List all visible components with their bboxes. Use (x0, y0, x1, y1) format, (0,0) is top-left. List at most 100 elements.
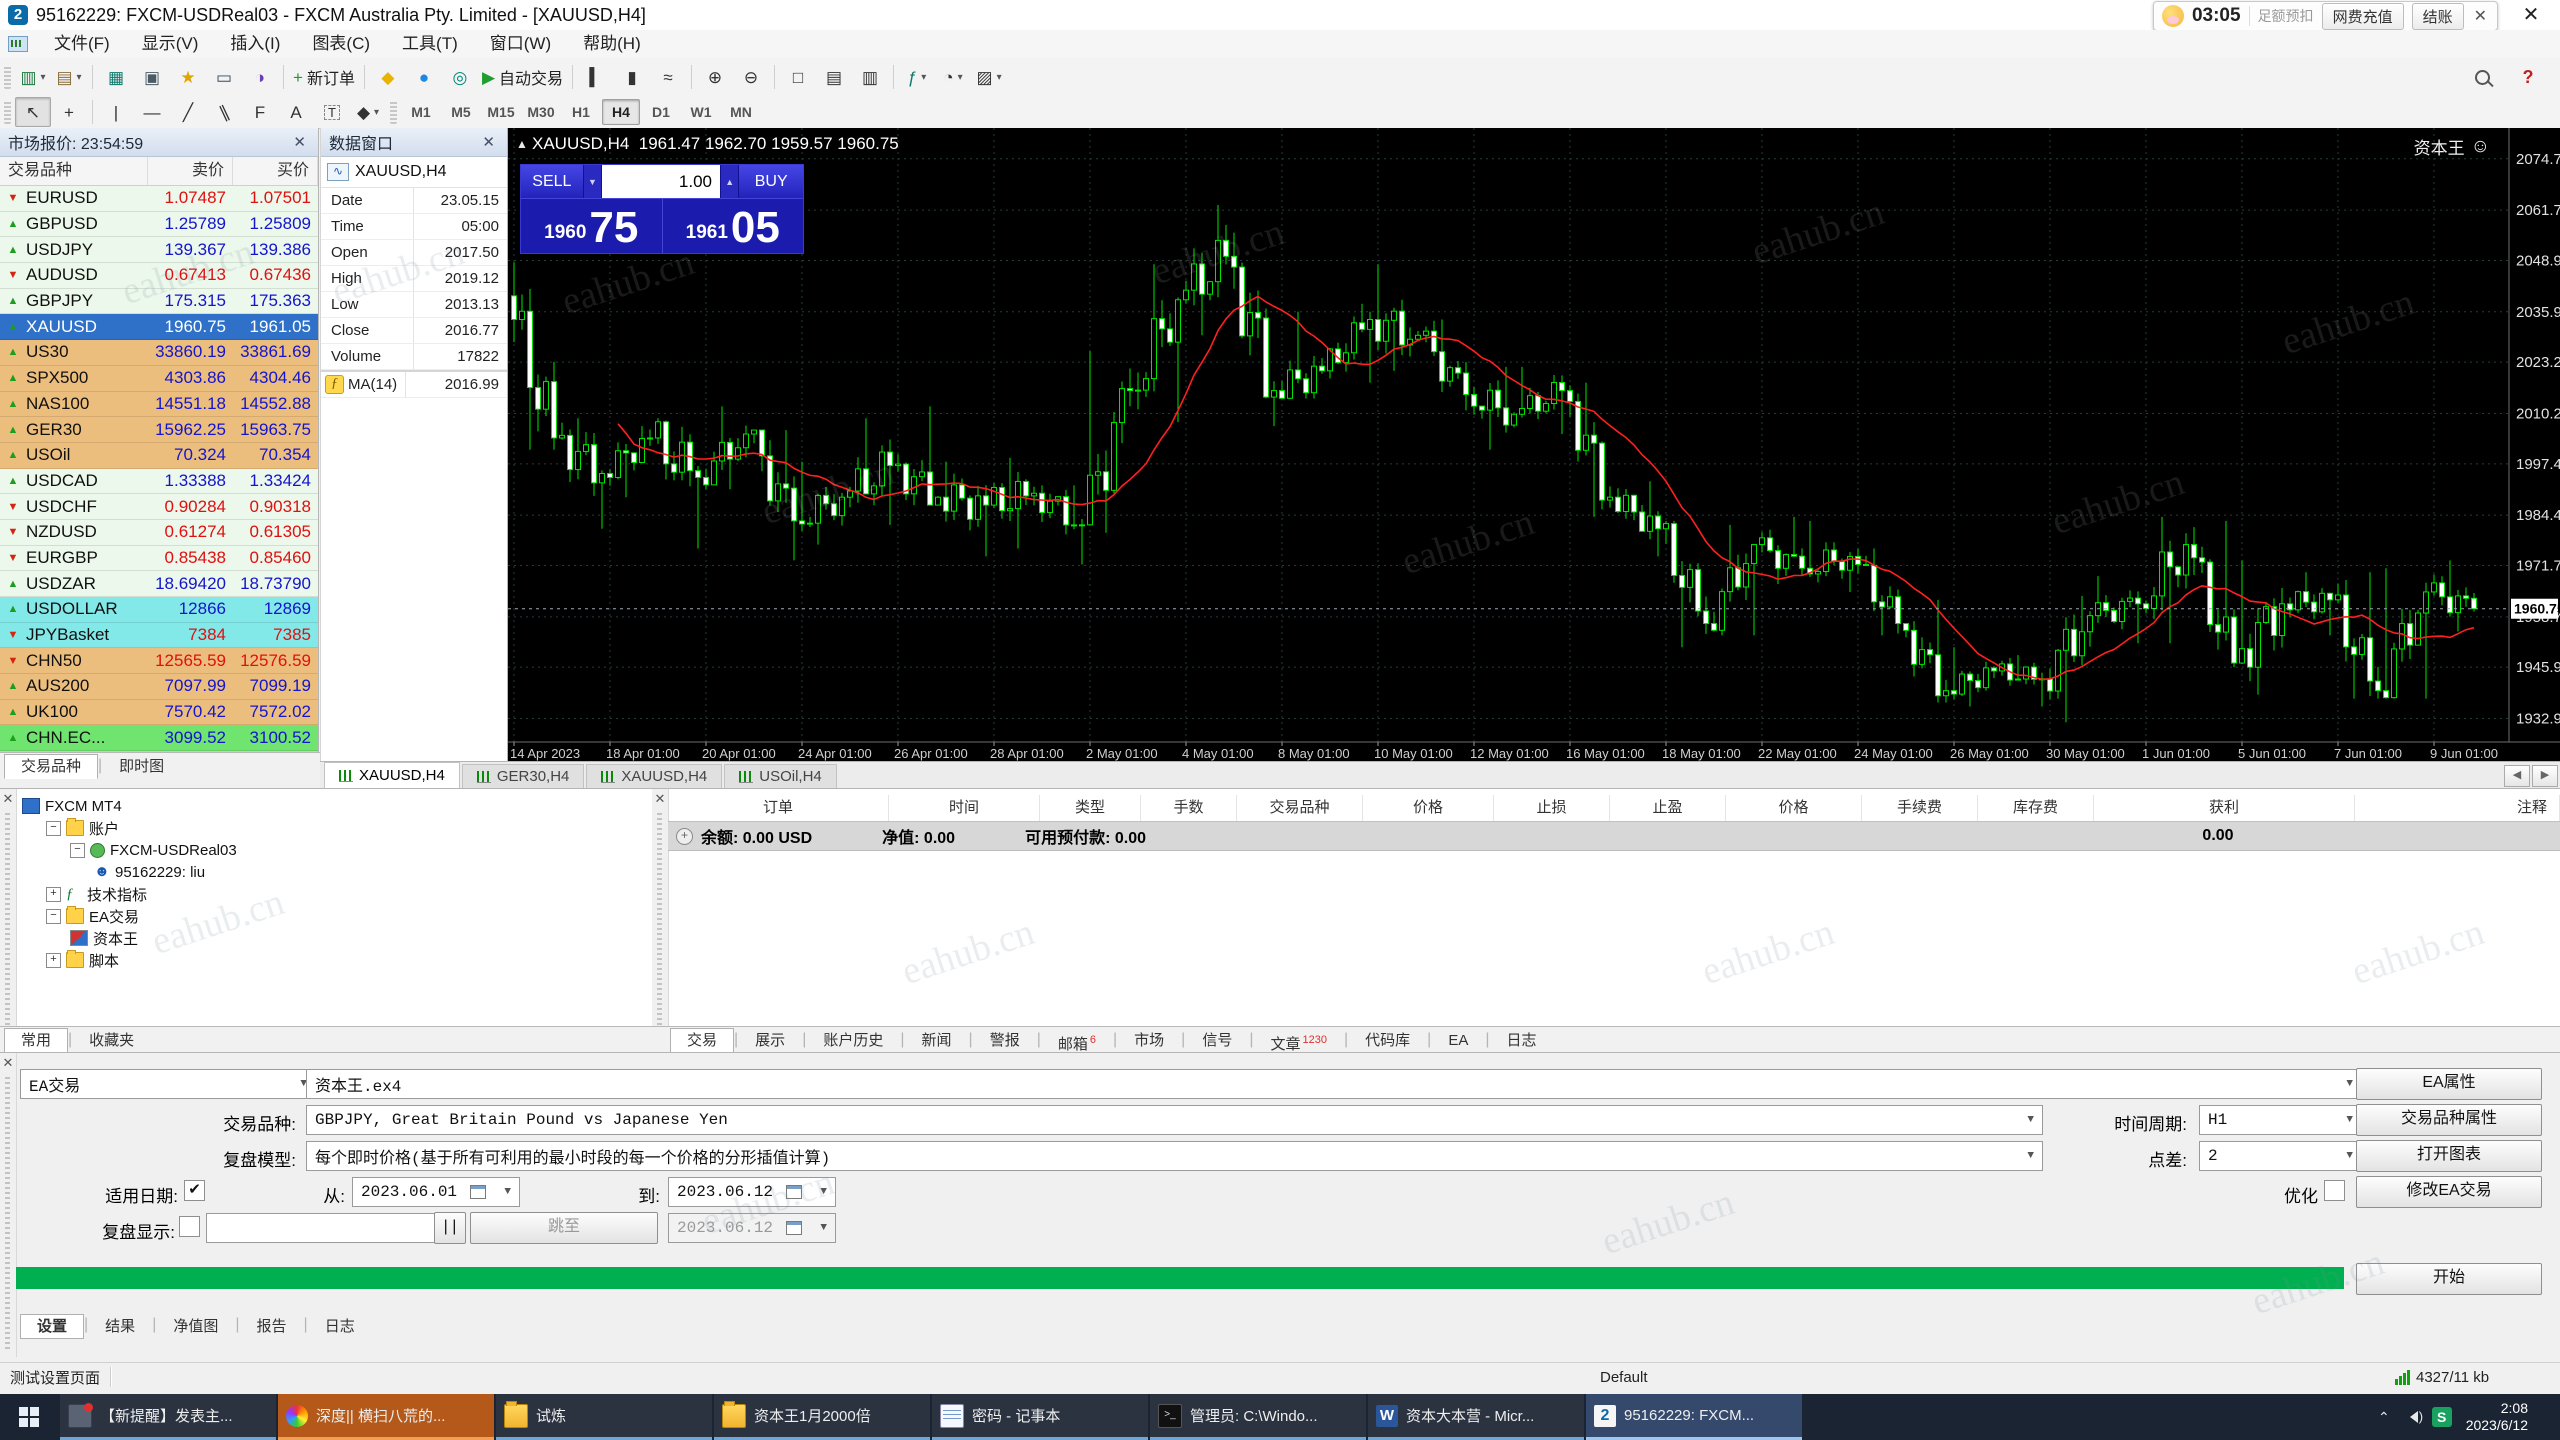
crosshair-tool[interactable]: + (51, 97, 87, 127)
navigator-ea-zibenwang[interactable]: 资本王 (16, 927, 652, 949)
shapes-tool[interactable]: ◆ ▾ (350, 97, 386, 127)
chart-tab-0[interactable]: XAUUSD,H4 (324, 762, 460, 789)
tester-drag-handle[interactable]: ✕ (0, 1053, 17, 1357)
market-watch-row[interactable]: ▼ AUDUSD 0.67413 0.67436 (0, 263, 318, 289)
terminal-column-0[interactable]: 订单 (668, 795, 889, 821)
chart-window[interactable]: ▲ XAUUSD,H4 1961.47 1962.70 1959.57 1960… (508, 128, 2560, 761)
templates-button[interactable]: ▨ ▾ (971, 62, 1007, 92)
billing-close-icon[interactable]: ✕ (2472, 6, 2489, 26)
market-watch-row[interactable]: ▲ CHN.EC... 3099.52 3100.52 (0, 725, 318, 752)
terminal-button[interactable]: ▭ (206, 62, 242, 92)
terminal-tab-新闻[interactable]: 新闻 (905, 1028, 969, 1053)
market-watch-row[interactable]: ▲ USDOLLAR 12866 12869 (0, 597, 318, 623)
pause-button[interactable]: | | (434, 1212, 466, 1244)
market-watch-tab-0[interactable]: 交易品种 (4, 754, 99, 779)
market-watch-row[interactable]: ▲ SPX500 4303.86 4304.46 (0, 365, 318, 392)
tester-period-select[interactable]: H1 ▼ (2199, 1105, 2362, 1135)
sell-price[interactable]: 1960 75 (521, 199, 663, 253)
tester-tab-2[interactable]: 净值图 (156, 1314, 235, 1339)
navigator-tab-0[interactable]: 常用 (4, 1028, 69, 1053)
indicators-button[interactable]: ƒ ▾ (899, 62, 935, 92)
volume-icon[interactable] (2404, 1409, 2423, 1424)
bar-chart-button[interactable]: ▍ (578, 62, 614, 92)
data-window-close-icon[interactable]: ✕ (478, 133, 499, 151)
menu-item-h[interactable]: 帮助(H) (567, 30, 657, 58)
timeframe-h4[interactable]: H4 (602, 99, 640, 125)
market-watch-button[interactable]: ▦ (98, 62, 134, 92)
profiles-button[interactable]: ▤ ▾ (51, 62, 87, 92)
price-chart-canvas[interactable]: 2074.70 2061.70 2048.95 2035.95 2023.20 2010.… (508, 128, 2560, 761)
timeframe-w1[interactable]: W1 (682, 99, 720, 125)
tab-scroll-right-button[interactable]: ▶ (2532, 765, 2558, 787)
market-watch-row[interactable]: ▲ XAUUSD 1960.75 1961.05 (0, 314, 318, 341)
tester-tab-1[interactable]: 结果 (88, 1314, 152, 1339)
trendline-tool[interactable]: ╱ (170, 97, 206, 127)
volume-input[interactable]: 1.00 (602, 165, 721, 198)
terminal-tab-市场[interactable]: 市场 (1117, 1028, 1181, 1053)
cascade-windows-button[interactable]: □ (780, 62, 816, 92)
terminal-tab-信号[interactable]: 信号 (1185, 1028, 1249, 1053)
navigator-indicators[interactable]: + ƒ 技术指标 (16, 883, 652, 905)
toolbar-drag-handle[interactable] (390, 100, 397, 124)
new-chart-button[interactable]: ▥ ▾ (15, 62, 51, 92)
chart-collapse-icon[interactable]: ▲ (516, 137, 528, 151)
tester-tab-0[interactable]: 设置 (20, 1314, 85, 1339)
timeframe-m5[interactable]: M5 (442, 99, 480, 125)
volume-increase-button[interactable]: ▲ (721, 165, 740, 198)
tester-tab-4[interactable]: 日志 (308, 1314, 372, 1339)
terminal-column-1[interactable]: 时间 (889, 795, 1040, 821)
line-chart-button[interactable]: ≈ (650, 62, 686, 92)
navigator-server[interactable]: − FXCM-USDReal03 (16, 839, 652, 861)
timeframe-mn[interactable]: MN (722, 99, 760, 125)
menu-item-i[interactable]: 插入(I) (214, 30, 296, 58)
terminal-drag-handle[interactable]: ✕ (652, 789, 669, 1053)
toolbar-drag-handle[interactable] (4, 65, 11, 89)
tester-ea-file-select[interactable]: 资本王.ex4 ▼ (306, 1069, 2362, 1099)
zoom-out-button[interactable]: ⊖ (733, 62, 769, 92)
terminal-column-5[interactable]: 价格 (1363, 795, 1494, 821)
community-button[interactable]: ◎ (442, 62, 478, 92)
market-watch-row[interactable]: ▲ USDZAR 18.69420 18.73790 (0, 571, 318, 597)
horizontal-line-tool[interactable]: — (134, 97, 170, 127)
terminal-tab-文章[interactable]: 文章 1230 (1254, 1028, 1345, 1053)
timeframe-m1[interactable]: M1 (402, 99, 440, 125)
start-button[interactable] (0, 1394, 58, 1440)
taskbar-item-cmd[interactable]: >_ 管理员: C:\Windo... (1150, 1394, 1366, 1440)
hidden-icons-chevron-icon[interactable]: ⌃ (2378, 1409, 2390, 1426)
menu-item-v[interactable]: 显示(V) (126, 30, 215, 58)
chart-tab-2[interactable]: XAUUSD,H4 (586, 764, 723, 789)
strategy-tester-button[interactable]: ◑ (242, 62, 278, 92)
taskbar-item-folder-capital[interactable]: 资本王1月2000倍 (714, 1394, 930, 1440)
terminal-tab-代码库[interactable]: 代码库 (1348, 1028, 1427, 1053)
tester-type-select[interactable]: EA交易 ▼ (20, 1069, 316, 1099)
optimize-checkbox[interactable] (2324, 1180, 2345, 1201)
visual-mode-checkbox[interactable] (179, 1216, 200, 1237)
navigator-tab-1[interactable]: 收藏夹 (72, 1028, 151, 1053)
taskbar-clock[interactable]: 2:08 2023/6/12 (2466, 1400, 2528, 1434)
visual-speed-slider[interactable] (206, 1213, 445, 1243)
modify-ea-button[interactable]: 修改EA交易 (2356, 1176, 2542, 1208)
market-watch-row[interactable]: ▼ EURUSD 1.07487 1.07501 (0, 186, 318, 212)
timeframe-d1[interactable]: D1 (642, 99, 680, 125)
taskbar-item-forum[interactable]: 【新提醒】发表主... (60, 1394, 276, 1440)
menu-item-c[interactable]: 图表(C) (296, 30, 386, 58)
market-watch-row[interactable]: ▲ GER30 15962.25 15963.75 (0, 417, 318, 443)
market-watch-row[interactable]: ▲ NAS100 14551.18 14552.88 (0, 391, 318, 418)
terminal-column-7[interactable]: 止盈 (1610, 795, 1726, 821)
market-watch-row[interactable]: ▲ GBPUSD 1.25789 1.25809 (0, 211, 318, 238)
market-watch-row[interactable]: ▲ GBPJPY 175.315 175.363 (0, 288, 318, 315)
terminal-tab-展示[interactable]: 展示 (738, 1028, 802, 1053)
open-chart-button[interactable]: 打开图表 (2356, 1140, 2542, 1172)
new-order-button[interactable]: + 新订单 (289, 62, 359, 92)
cursor-tool[interactable]: ↖ (15, 97, 51, 127)
help-button[interactable]: ? (2510, 62, 2546, 92)
volume-decrease-button[interactable]: ▼ (583, 165, 603, 198)
navigator-scripts[interactable]: + 脚本 (16, 949, 652, 971)
expand-box-icon[interactable]: + (46, 952, 61, 968)
toolbar-drag-handle[interactable] (4, 100, 11, 124)
market-watch-row[interactable]: ▼ CHN50 12565.59 12576.59 (0, 648, 318, 675)
buy-price[interactable]: 1961 05 (663, 199, 804, 253)
taskbar-item-browser[interactable]: 深度|| 横扫八荒的... (278, 1394, 494, 1440)
zoom-in-button[interactable]: ⊕ (697, 62, 733, 92)
balance-expand-icon[interactable]: + (676, 827, 693, 845)
